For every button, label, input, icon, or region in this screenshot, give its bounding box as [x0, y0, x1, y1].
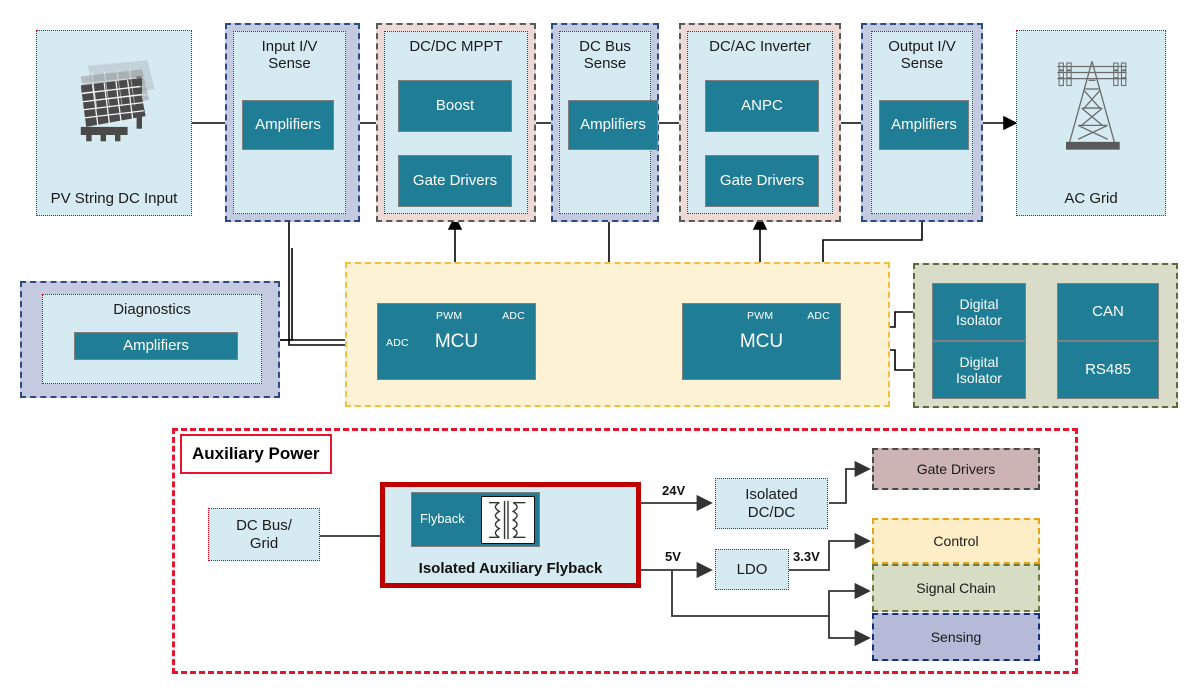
- mcu-left-pin-pwm: PWM: [436, 310, 463, 322]
- inverter-group: DC/AC Inverter ANPC Gate Drivers: [679, 23, 841, 222]
- mppt-gate-label: Gate Drivers: [412, 172, 498, 190]
- load-sensing-label: Sensing: [930, 629, 982, 645]
- ac-grid-label: AC Grid: [1064, 189, 1118, 207]
- dc-bus-amplifiers: Amplifiers: [568, 100, 658, 150]
- output-sense-title: Output I/V Sense: [888, 38, 956, 73]
- block-diagram-canvas: PV String DC Input Input I/V Sense Ampli…: [0, 0, 1200, 692]
- dc-bus-sense-title: DC Bus Sense: [579, 38, 631, 73]
- mcu-right: MCU PWM ADC: [682, 303, 841, 380]
- load-signal-chain: Signal Chain: [872, 564, 1040, 612]
- ldo-block: LDO: [715, 549, 789, 590]
- can-label: CAN: [1092, 303, 1124, 321]
- aux-source-line1: DC Bus/: [236, 516, 292, 534]
- dc-bus-sense-group: DC Bus Sense Amplifiers: [551, 23, 659, 222]
- inverter-anpc-block: ANPC: [705, 80, 819, 132]
- pv-string-card: PV String DC Input: [36, 30, 192, 216]
- load-signal-chain-label: Signal Chain: [916, 580, 996, 596]
- output-amp-label: Amplifiers: [891, 116, 957, 134]
- rail-5v-label: 5V: [665, 549, 681, 564]
- load-control-label: Control: [933, 533, 979, 549]
- mcu-right-pin-pwm: PWM: [747, 310, 774, 322]
- isolator-bottom-line1: Digital: [959, 353, 999, 370]
- isolator-top-line1: Digital: [959, 295, 999, 312]
- aux-source-line2: Grid: [249, 534, 279, 552]
- input-sense-amplifiers: Amplifiers: [242, 100, 334, 150]
- load-gate-drivers: Gate Drivers: [872, 448, 1040, 490]
- mcu-left-label: MCU: [434, 330, 479, 352]
- flyback-caption: Isolated Auxiliary Flyback: [418, 560, 603, 577]
- input-sense-title: Input I/V Sense: [261, 38, 318, 73]
- isolated-dcdc-line1: Isolated: [745, 485, 798, 503]
- mcu-right-label: MCU: [739, 330, 784, 352]
- isolated-auxiliary-flyback: Flyback Isolated Auxiliary Flyback: [380, 482, 641, 588]
- output-sense-group: Output I/V Sense Amplifiers: [861, 23, 983, 222]
- mppt-gate-drivers-block: Gate Drivers: [398, 155, 512, 207]
- load-control: Control: [872, 518, 1040, 564]
- aux-source-block: DC Bus/ Grid: [208, 508, 320, 561]
- inverter-gate-drivers-block: Gate Drivers: [705, 155, 819, 207]
- transformer-icon: [481, 496, 535, 544]
- rs485-block: RS485: [1057, 341, 1159, 399]
- isolator-bottom-line2: Isolator: [956, 370, 1002, 386]
- flyback-chip-label: Flyback: [420, 511, 465, 527]
- can-block: CAN: [1057, 283, 1159, 341]
- mcu-right-pin-adc: ADC: [807, 310, 830, 322]
- mcu-left-pin-adc: ADC: [502, 310, 525, 322]
- diagnostics-title: Diagnostics: [113, 301, 191, 318]
- diagnostics-amplifiers: Amplifiers: [74, 332, 238, 360]
- anpc-label: ANPC: [741, 97, 783, 115]
- mcu-left-pin-adc-in: ADC: [386, 337, 409, 349]
- diagnostics-amp-label: Amplifiers: [123, 337, 189, 355]
- aux-power-title-box: Auxiliary Power: [180, 434, 332, 474]
- diagnostics-group: Diagnostics Amplifiers: [20, 281, 280, 398]
- ac-grid-card: AC Grid: [1016, 30, 1166, 216]
- output-sense-amplifiers: Amplifiers: [879, 100, 969, 150]
- boost-label: Boost: [435, 97, 475, 115]
- digital-isolator-bottom: Digital Isolator: [932, 341, 1026, 399]
- mppt-title: DC/DC MPPT: [409, 38, 503, 55]
- ldo-label: LDO: [736, 560, 768, 578]
- isolator-top-line2: Isolator: [956, 312, 1002, 328]
- load-gate-drivers-label: Gate Drivers: [916, 461, 996, 477]
- rail-24v-label: 24V: [662, 483, 686, 498]
- solar-panel-icon: [80, 60, 155, 142]
- input-amp-label: Amplifiers: [255, 116, 321, 134]
- rail-3v3-label: 3.3V: [793, 549, 820, 564]
- rs485-label: RS485: [1085, 361, 1131, 379]
- mppt-boost-block: Boost: [398, 80, 512, 132]
- dcbus-amp-label: Amplifiers: [580, 116, 646, 134]
- mppt-group: DC/DC MPPT Boost Gate Drivers: [376, 23, 536, 222]
- isolated-dcdc-block: Isolated DC/DC: [715, 478, 828, 529]
- digital-isolator-top: Digital Isolator: [932, 283, 1026, 341]
- aux-power-title: Auxiliary Power: [192, 444, 320, 463]
- inverter-gate-label: Gate Drivers: [719, 172, 805, 190]
- inverter-title: DC/AC Inverter: [709, 38, 811, 55]
- isolated-dcdc-line2: DC/DC: [747, 503, 796, 521]
- pv-string-label: PV String DC Input: [50, 189, 178, 207]
- load-sensing: Sensing: [872, 613, 1040, 661]
- mcu-left: MCU ADC PWM ADC: [377, 303, 536, 380]
- transmission-tower-icon: [1057, 61, 1127, 150]
- input-sense-group: Input I/V Sense Amplifiers: [225, 23, 360, 222]
